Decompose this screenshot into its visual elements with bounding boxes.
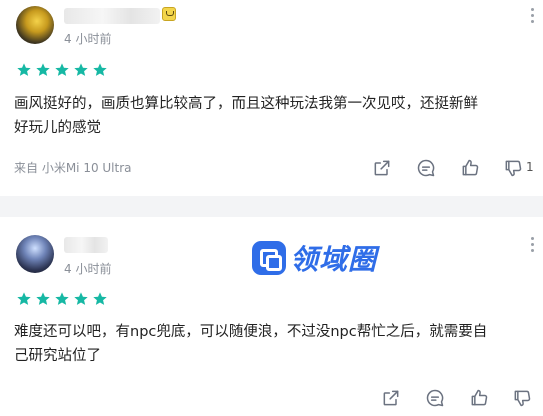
more-icon[interactable] [531, 237, 535, 252]
device-info: 来自 小米Mi 10 Ultra [14, 161, 132, 175]
review-content: 难度还可以吧，有npc兜底，可以随便浪，不过没npc帮忙之后，就需要自 己研究站… [14, 320, 529, 368]
star-icon [54, 62, 70, 78]
thumbs-up-icon[interactable] [469, 388, 489, 408]
star-icon [54, 291, 70, 307]
star-icon [73, 291, 89, 307]
thumbs-down-icon[interactable] [512, 388, 532, 408]
review-time: 4 小时前 [64, 262, 112, 276]
review-text-line: 好玩儿的感觉 [14, 120, 101, 136]
star-icon [35, 62, 51, 78]
star-icon [73, 62, 89, 78]
watermark: 领域圈 [252, 238, 377, 278]
comment-icon[interactable] [416, 158, 436, 178]
star-icon [16, 291, 32, 307]
share-icon[interactable] [381, 388, 401, 408]
star-icon [35, 291, 51, 307]
review-time: 4 小时前 [64, 32, 112, 46]
avatar[interactable] [16, 235, 54, 273]
watermark-logo-icon [252, 241, 286, 275]
thumbs-down-icon[interactable] [503, 158, 523, 178]
avatar[interactable] [16, 6, 54, 44]
rating-stars [16, 62, 108, 78]
user-badge-icon [162, 7, 176, 21]
divider [0, 196, 543, 217]
rating-stars [16, 291, 108, 307]
star-icon [92, 291, 108, 307]
star-icon [92, 62, 108, 78]
more-icon[interactable] [531, 8, 535, 23]
username-redacted[interactable] [64, 8, 160, 24]
comment-icon[interactable] [425, 388, 445, 408]
watermark-text: 领域圈 [290, 243, 378, 276]
review-text-line: 己研究站位了 [14, 348, 101, 364]
review-text-line: 难度还可以吧，有npc兜底，可以随便浪，不过没npc帮忙之后，就需要自 [14, 324, 488, 340]
star-icon [16, 62, 32, 78]
review-card: 4 小时前 画风挺好的，画质也算比较高了，而且这种玩法我第一次见哎，还挺新鲜 好… [0, 0, 543, 196]
review-content: 画风挺好的，画质也算比较高了，而且这种玩法我第一次见哎，还挺新鲜 好玩儿的感觉 [14, 92, 529, 140]
share-icon[interactable] [372, 158, 392, 178]
username-redacted[interactable] [64, 237, 108, 253]
dislike-count: 1 [526, 160, 534, 174]
thumbs-up-icon[interactable] [460, 158, 480, 178]
review-text-line: 画风挺好的，画质也算比较高了，而且这种玩法我第一次见哎，还挺新鲜 [14, 96, 478, 112]
